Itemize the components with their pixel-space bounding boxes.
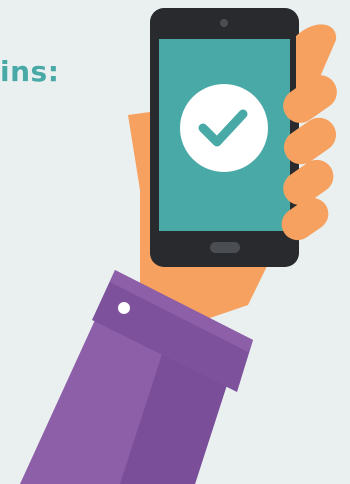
hand-holding-phone-illustration [20, 8, 337, 484]
camera-icon [220, 19, 228, 27]
cuff-button [118, 302, 130, 314]
home-button [210, 242, 240, 253]
page: { "heading": { "text": "ins:", "color": … [0, 0, 350, 484]
